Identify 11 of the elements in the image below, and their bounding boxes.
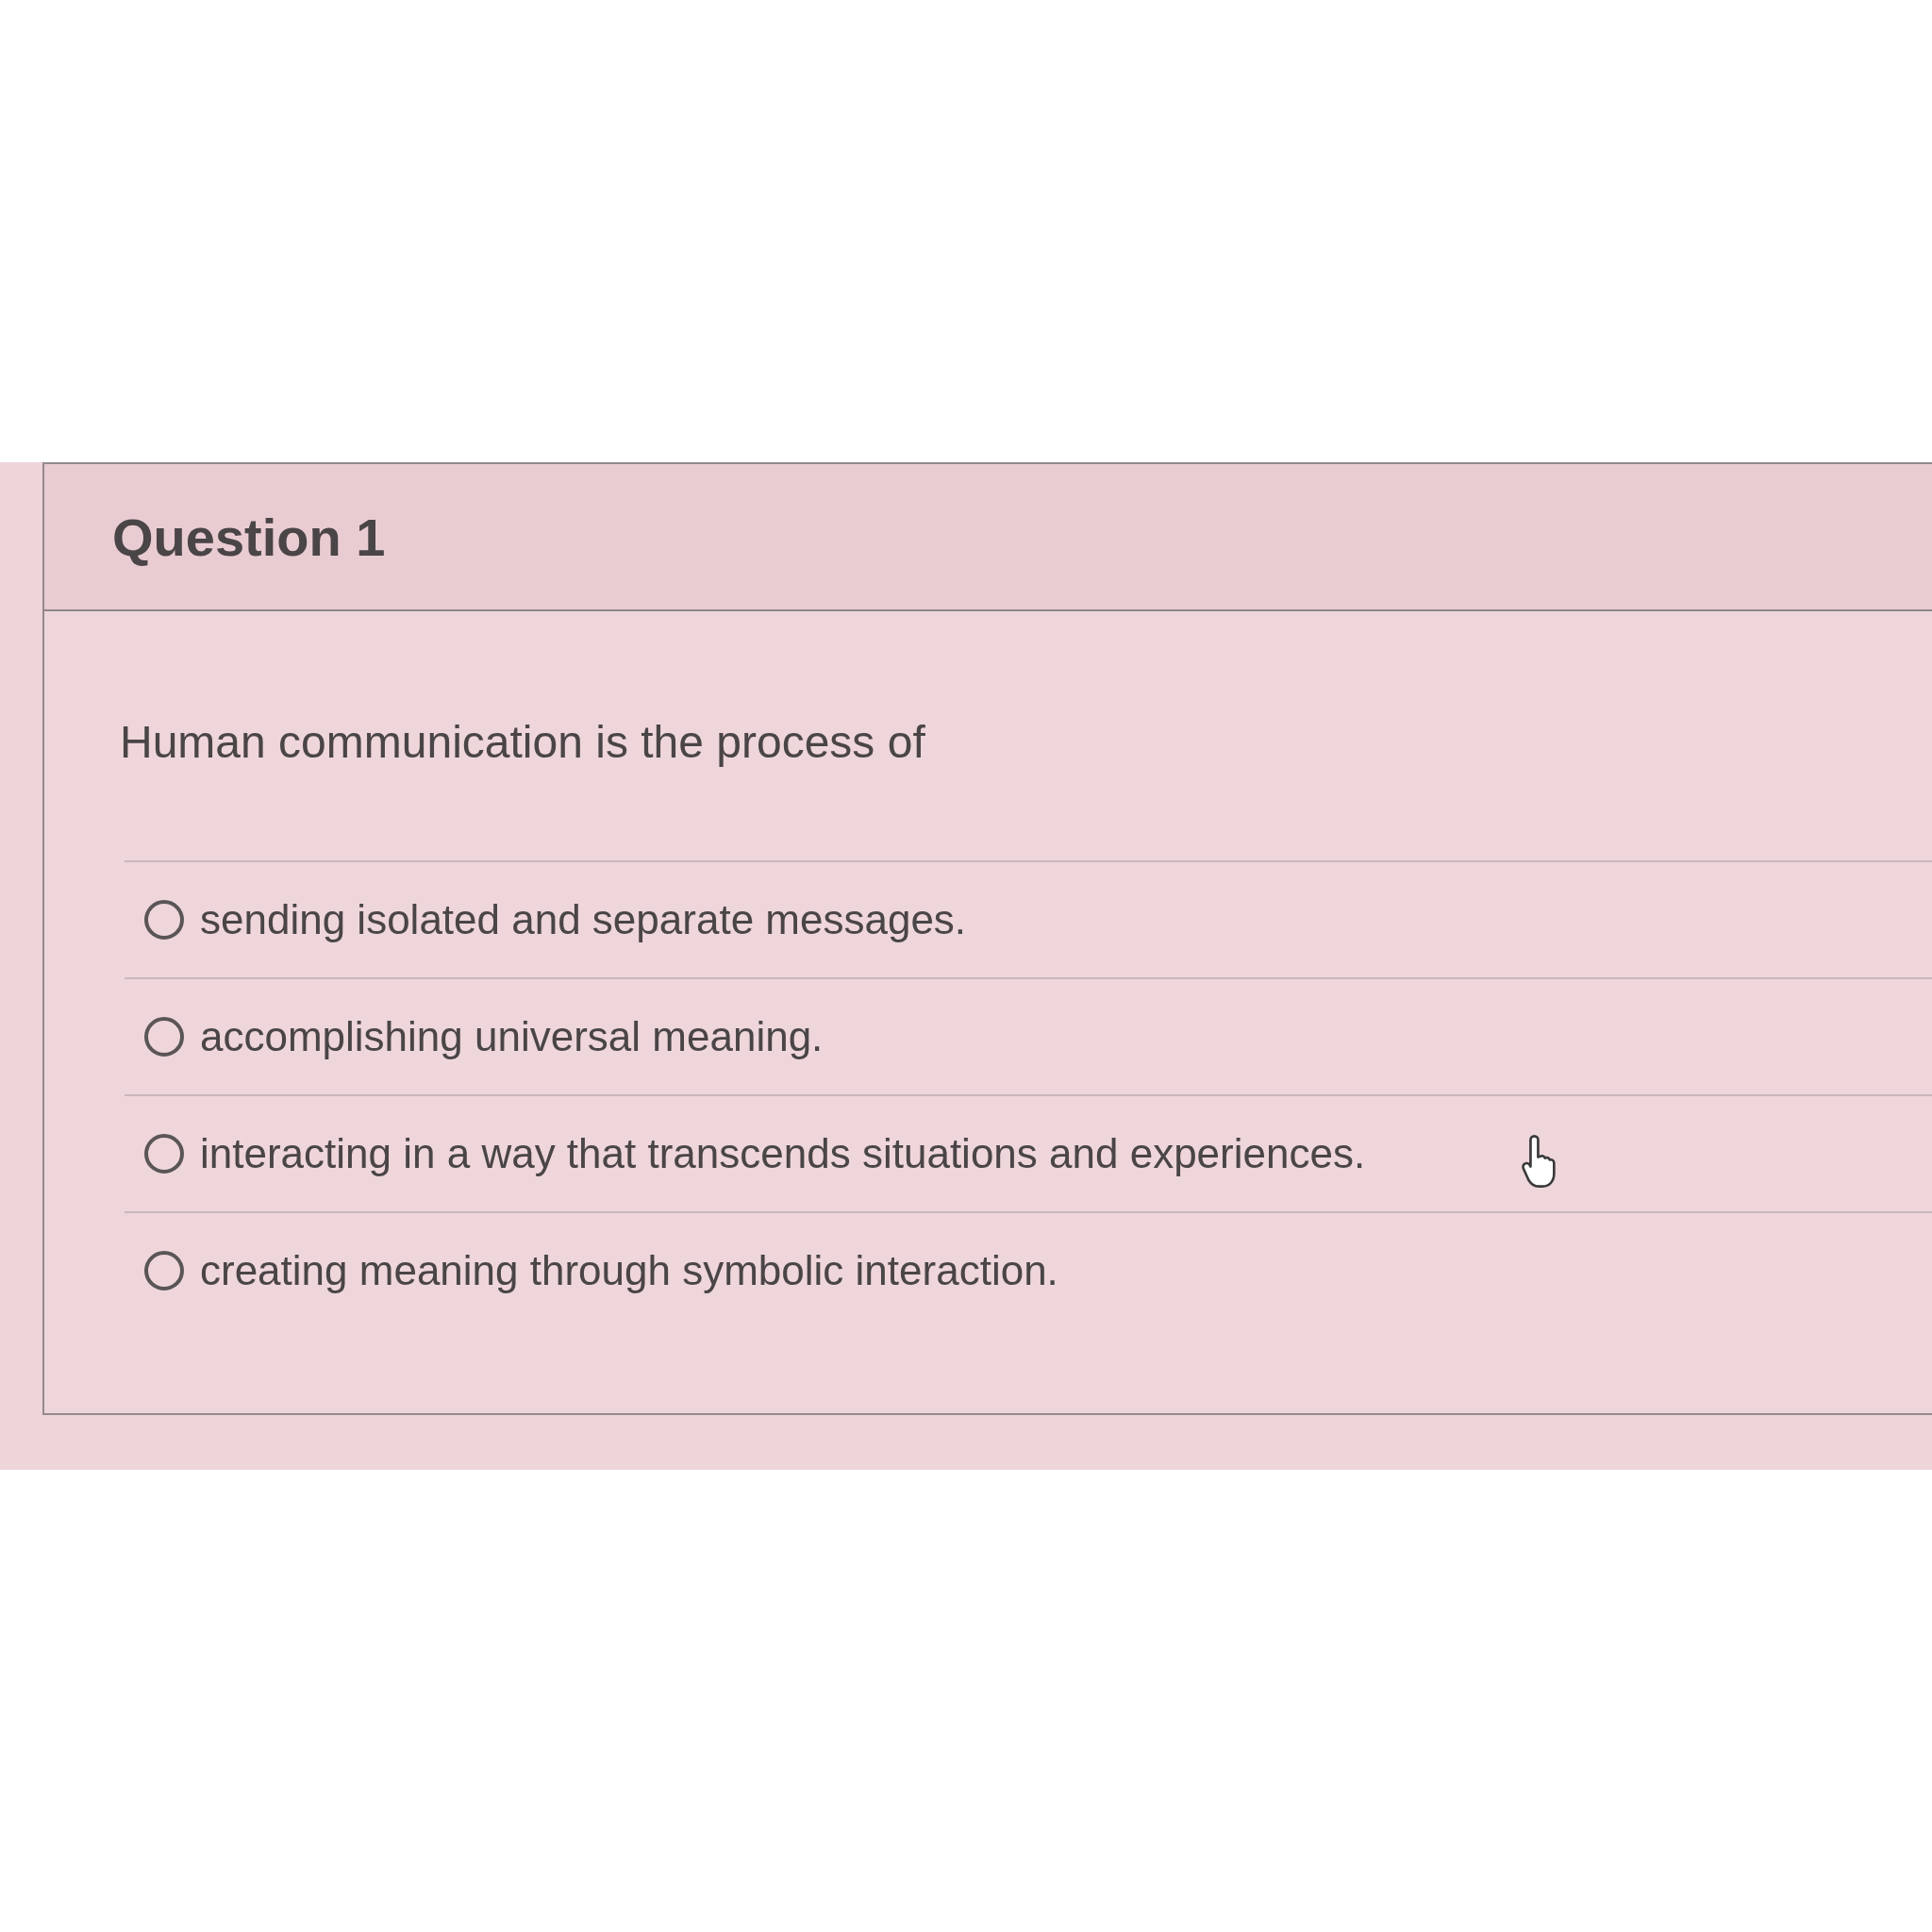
answer-option[interactable]: accomplishing universal meaning. (200, 1013, 824, 1060)
question-title: Question 1 (112, 506, 386, 568)
answer-option[interactable]: creating meaning through symbolic interaction. (200, 1247, 1058, 1294)
answer-option[interactable]: sending isolated and separate messages. (200, 896, 967, 943)
radio-button[interactable] (143, 1016, 185, 1058)
radio-button[interactable] (143, 1250, 185, 1291)
radio-button[interactable] (143, 899, 185, 941)
radio-button[interactable] (143, 1133, 185, 1174)
question-text: Human communication is the process of (120, 716, 926, 769)
hand-cursor-icon (1521, 1134, 1558, 1189)
answer-option[interactable]: interacting in a way that transcends situations and experiences. (200, 1130, 1366, 1177)
